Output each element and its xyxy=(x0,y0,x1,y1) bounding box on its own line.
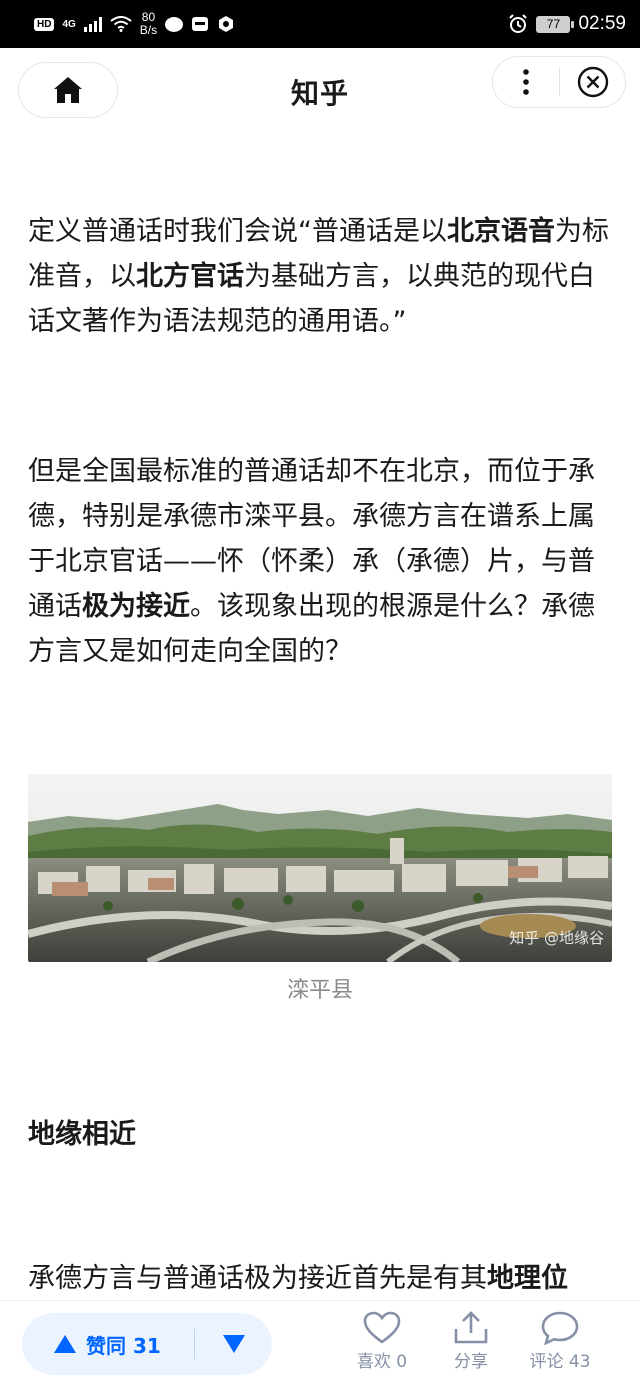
share-button[interactable]: 分享 xyxy=(431,1311,511,1372)
image-watermark: 知乎 @地缘谷 xyxy=(509,929,604,947)
section-heading: 地缘相近 xyxy=(28,1119,136,1150)
emphasis-text: 地理位 xyxy=(487,1263,568,1294)
more-vertical-icon xyxy=(523,69,529,95)
paragraph-geography: 承德方言与普通话极为接近首先是有其地理位 xyxy=(28,1256,568,1301)
message-icon xyxy=(165,16,184,32)
share-label: 分享 xyxy=(454,1352,488,1372)
network-type: 4G xyxy=(62,18,76,30)
paragraph-definition: 定义普通话时我们会说“普通话是以北京语音为标准音，以北方官话为基础方言，以典范的… xyxy=(28,209,612,344)
close-circle-icon xyxy=(577,66,608,98)
status-bar: HD 4G 80 B/s 77 02:59 xyxy=(0,0,640,48)
hd-indicator: HD xyxy=(34,17,55,31)
network-speed: 80 B/s xyxy=(140,11,157,37)
battery-level: 77 xyxy=(546,17,561,31)
like-label: 喜欢 0 xyxy=(356,1352,408,1372)
vote-control: 赞同 31 xyxy=(22,1313,272,1375)
triangle-down-icon xyxy=(222,1335,245,1353)
mini-program-capsule xyxy=(492,56,626,108)
triangle-up-icon xyxy=(54,1335,76,1353)
downvote-button[interactable] xyxy=(195,1313,272,1375)
text-segment: 定义普通话时我们会说“普通话是以 xyxy=(28,216,447,247)
article-image-luanping[interactable]: 知乎 @地缘谷 xyxy=(28,774,612,962)
emphasis-text: 极为接近 xyxy=(82,591,190,622)
clock: 02:59 xyxy=(578,13,626,34)
bottom-action-bar: 赞同 31 喜欢 0 分享 评论 43 xyxy=(0,1300,640,1386)
emphasis-text: 北京语音 xyxy=(447,216,555,247)
signal-icon xyxy=(83,16,102,32)
wifi-icon xyxy=(110,16,132,32)
battery-icon: 77 xyxy=(536,15,575,33)
speed-unit: B/s xyxy=(139,23,158,37)
comment-bubble-icon xyxy=(541,1311,579,1345)
paragraph-chengde: 但是全国最标准的普通话却不在北京，而位于承德，特别是承德市滦平县。承德方言在谱系… xyxy=(28,449,612,674)
heart-icon xyxy=(363,1311,401,1344)
upvote-label: 赞同 31 xyxy=(86,1333,161,1358)
comment-label: 评论 43 xyxy=(529,1352,591,1372)
app-header: 知乎 xyxy=(0,48,640,132)
close-button[interactable] xyxy=(560,57,625,107)
comment-button[interactable]: 评论 43 xyxy=(520,1311,600,1372)
image-caption: 滦平县 xyxy=(286,978,353,1003)
upvote-button[interactable]: 赞同 31 xyxy=(22,1313,194,1375)
text-segment: 承德方言与普通话极为接近首先是有其 xyxy=(28,1263,487,1294)
like-button[interactable]: 喜欢 0 xyxy=(342,1311,422,1372)
more-button[interactable] xyxy=(493,57,559,107)
emphasis-text: 北方官话 xyxy=(136,261,244,292)
share-icon xyxy=(454,1311,488,1344)
alarm-icon xyxy=(509,14,528,33)
app-badge-icon xyxy=(219,16,234,32)
huawei-app-icon xyxy=(192,17,209,31)
